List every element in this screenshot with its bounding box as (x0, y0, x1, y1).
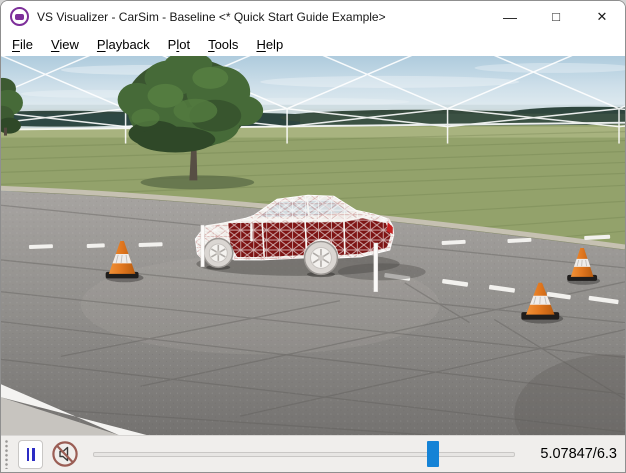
muted-speaker-icon (51, 440, 79, 468)
maximize-button[interactable]: □ (533, 1, 579, 32)
time-display: 5.07847/6.3 (535, 446, 617, 462)
app-window: VS Visualizer - CarSim - Baseline <* Qui… (0, 0, 626, 473)
menu-playback[interactable]: Playback (88, 35, 159, 54)
car-marker-post-front (201, 225, 204, 267)
car-marker-post-small (250, 223, 252, 241)
slider-thumb[interactable] (427, 441, 439, 467)
playback-toolbar: 5.07847/6.3 (1, 435, 625, 472)
menu-help[interactable]: Help (247, 35, 292, 54)
minimize-button[interactable]: — (487, 1, 533, 32)
toolbar-grip[interactable] (4, 439, 10, 469)
menu-plot[interactable]: Plot (159, 35, 199, 54)
menu-tools[interactable]: Tools (199, 35, 247, 54)
window-controls: — □ ✕ (487, 1, 625, 32)
mute-button[interactable] (51, 440, 79, 468)
timeline-slider[interactable] (93, 440, 515, 468)
menu-view[interactable]: View (42, 35, 88, 54)
close-button[interactable]: ✕ (579, 1, 625, 32)
title-bar: VS Visualizer - CarSim - Baseline <* Qui… (1, 1, 625, 32)
timeline-track[interactable] (93, 452, 515, 457)
menu-bar: File View Playback Plot Tools Help (1, 32, 625, 56)
app-icon-glyph (15, 14, 24, 20)
pause-button[interactable] (18, 440, 43, 469)
car-marker-post-rear (374, 243, 378, 292)
scene-canvas (1, 56, 625, 435)
window-title: VS Visualizer - CarSim - Baseline <* Qui… (37, 10, 386, 24)
sky (1, 56, 625, 114)
3d-viewport[interactable] (1, 56, 625, 435)
menu-file[interactable]: File (3, 35, 42, 54)
pause-icon (27, 448, 30, 461)
app-icon[interactable] (10, 7, 29, 26)
